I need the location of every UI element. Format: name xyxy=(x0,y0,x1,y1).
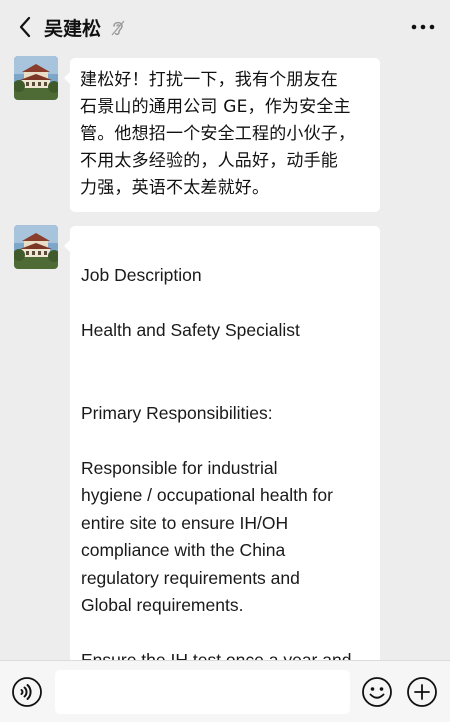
chat-title: 吴建松 xyxy=(44,18,102,40)
message-text-line: regulatory requirements and xyxy=(81,567,300,588)
message-text-line: 不用太多经验的，人品好，动手能 xyxy=(80,151,338,171)
building-photo-avatar xyxy=(14,225,58,269)
sender-avatar[interactable] xyxy=(14,56,58,100)
job-heading: Job Description xyxy=(81,265,202,285)
message-text-line: Responsible for industrial xyxy=(81,457,278,478)
message-text-line: hygiene / occupational health for xyxy=(81,485,333,505)
message-list[interactable]: 建松好！打扰一下，我有个朋友在 石景山的通用公司 GE，作为安全主 管。他想招一… xyxy=(0,56,450,660)
message-text-line: 建松好！打扰一下，我有个朋友在 xyxy=(80,70,338,90)
emoji-button[interactable] xyxy=(361,676,393,708)
input-bar xyxy=(0,660,450,722)
more-functions-button[interactable] xyxy=(406,676,438,708)
sender-avatar[interactable] xyxy=(14,225,58,269)
message-text-line: 管。他想招一个安全工程的小伙子， xyxy=(80,124,356,144)
job-title: Health and Safety Specialist xyxy=(81,320,300,340)
message-text-line: 力强，英语不太差就好。 xyxy=(80,178,270,198)
voice-icon xyxy=(12,677,42,707)
message-text-line: compliance with the China xyxy=(81,540,286,560)
message-text-line: Global requirements. xyxy=(81,595,244,615)
more-options-button[interactable] xyxy=(406,12,440,42)
chat-header: 吴建松 xyxy=(0,0,450,56)
message-text-line: Ensure the IH test once a year and xyxy=(81,650,352,660)
ear-icon xyxy=(111,20,125,36)
emoji-icon xyxy=(362,677,392,707)
voice-button[interactable] xyxy=(11,676,43,708)
plus-icon xyxy=(407,677,437,707)
building-photo-avatar xyxy=(14,56,58,100)
back-button[interactable] xyxy=(8,10,42,44)
message-input[interactable] xyxy=(55,670,350,714)
chevron-left-icon xyxy=(19,16,31,38)
message-bubble[interactable]: 建松好！打扰一下，我有个朋友在 石景山的通用公司 GE，作为安全主 管。他想招一… xyxy=(64,58,380,212)
section-heading: Primary Responsibilities: xyxy=(81,402,273,423)
message-text-line: 石景山的通用公司 GE，作为安全主 xyxy=(80,97,351,117)
more-dots-icon xyxy=(411,24,435,30)
message-text-line: entire site to ensure IH/OH xyxy=(81,512,289,533)
message-bubble[interactable]: Job Description Health and Safety Specia… xyxy=(64,226,380,660)
